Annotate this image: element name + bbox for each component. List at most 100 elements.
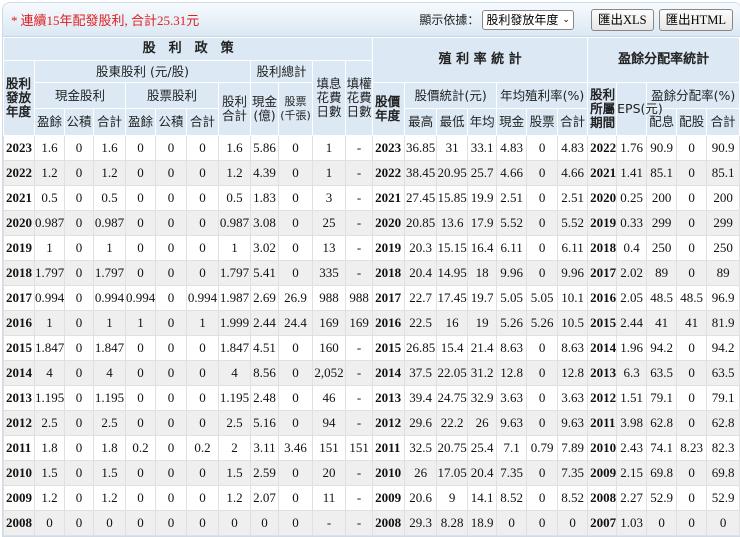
table-cell: 26 (467, 410, 498, 436)
table-cell: 3.11 (250, 435, 279, 461)
table-cell: 5.52 (496, 210, 528, 236)
table-cell: 0 (186, 210, 219, 236)
display-basis-select[interactable]: 股利發放年度 ⌄ (482, 9, 574, 30)
table-cell: 0 (64, 410, 94, 436)
table-cell: 0 (125, 185, 156, 211)
table-cell: 1.797 (93, 260, 126, 286)
table-cell: 8.52 (496, 485, 528, 511)
avg-yield-header: 年均殖利率(%) (496, 82, 589, 109)
table-cell: 3.63 (496, 385, 528, 411)
table-cell: 0 (34, 510, 65, 536)
table-cell: 0 (706, 510, 740, 536)
shareholder-dividend-header: 股東股利 (元/股) (34, 60, 251, 83)
table-cell: 17.05 (436, 460, 469, 486)
table-cell: 31.2 (467, 360, 498, 386)
table-cell: 32.9 (467, 385, 498, 411)
table-cell: 0 (186, 260, 219, 286)
dividend-policy-header: 股 利 政 策 (3, 37, 374, 61)
table-cell: 2016 (3, 310, 35, 336)
table-cell: 8.63 (496, 335, 528, 361)
table-cell: 988 (312, 285, 346, 311)
table-cell: 2015 (372, 335, 406, 361)
table-cell: 0 (676, 485, 708, 511)
table-cell: 2008 (372, 510, 406, 536)
price-avg-header: 年均 (467, 108, 498, 136)
table-cell: 2009 (3, 485, 35, 511)
dividend-total-group-header: 股利總計 (250, 60, 313, 83)
table-cell: - (344, 360, 374, 386)
toolbar: * 連續15年配發股利, 合計25.31元 顯示依據： 股利發放年度 ⌄ 匯出XLS… (3, 3, 740, 37)
table-cell: 20.95 (436, 160, 469, 186)
pay-year-header: 股利發放年度 (3, 60, 35, 136)
table-row: 2017 0.994 0 0.994 0.994 0 0.994 1.987 2.69 26.9 9… (3, 285, 740, 311)
table-cell: 1.8 (93, 435, 126, 461)
table-cell: 7.1 (496, 435, 528, 461)
table-cell: 2023 (3, 135, 35, 161)
table-cell: 4 (34, 360, 65, 386)
table-cell: 0 (155, 335, 187, 361)
fill-rights-days-header: 填權花費日數 (344, 60, 374, 136)
table-cell: - (312, 510, 346, 536)
table-cell: 22.2 (436, 410, 469, 436)
cash-earnings-header: 盈餘 (34, 108, 65, 136)
export-html-button[interactable]: 匯出HTML (658, 8, 733, 31)
table-cell: 2020 (3, 210, 35, 236)
table-cell: 2.5 (34, 410, 65, 436)
table-cell: 2017 (3, 285, 35, 311)
table-cell: 0 (155, 510, 187, 536)
table-cell: 4.66 (496, 160, 528, 186)
table-cell: 2010 (3, 460, 35, 486)
table-cell: 0 (278, 485, 313, 511)
export-xls-button[interactable]: 匯出XLS (590, 8, 654, 31)
table-cell: 5.05 (496, 285, 528, 311)
table-cell: 26.85 (404, 335, 438, 361)
table-cell: 1 (125, 310, 156, 336)
table-cell: 0 (64, 260, 94, 286)
table-cell: 0 (125, 510, 156, 536)
table-cell: 2.51 (557, 185, 589, 211)
table-cell: 0.33 (616, 210, 648, 236)
table-row: 2023 1.6 0 1.6 0 0 0 1.6 5.86 0 1-2023 36.85 31 33.1 4… (3, 135, 740, 161)
table-cell: 32.5 (404, 435, 438, 461)
table-row: 2021 0.5 0 0.5 0 0 0 0.5 1.83 0 3-2021 27.45 15.85 19… (3, 185, 740, 211)
table-cell: 0 (526, 335, 559, 361)
stock-total-header: 股票(千張) (278, 82, 313, 136)
table-cell: 0 (64, 285, 94, 311)
table-cell: 0 (64, 360, 94, 386)
table-cell: 4.83 (496, 135, 528, 161)
table-cell: 2015 (3, 335, 35, 361)
table-cell: 38.45 (404, 160, 438, 186)
table-cell: 46 (312, 385, 346, 411)
table-cell: 0 (125, 135, 156, 161)
table-cell: 0 (64, 310, 94, 336)
table-cell: 39.4 (404, 385, 438, 411)
cash-subtotal-header: 合計 (93, 108, 126, 136)
table-cell: 0 (155, 385, 187, 411)
table-cell: 0 (676, 510, 708, 536)
table-cell: 10.5 (557, 310, 589, 336)
table-cell: 2018 (372, 260, 406, 286)
table-cell: 1 (186, 310, 219, 336)
table-cell: 18.9 (467, 510, 498, 536)
table-cell: - (344, 185, 374, 211)
table-cell: 31 (436, 135, 469, 161)
table-cell: 2021 (3, 185, 35, 211)
table-cell: 19 (467, 310, 498, 336)
table-cell: 1.6 (218, 135, 251, 161)
table-cell: 20.3 (404, 235, 438, 261)
table-cell: 0 (278, 260, 313, 286)
table-cell: 63.5 (706, 360, 740, 386)
table-cell: 20 (312, 460, 346, 486)
table-cell: 1.2 (34, 160, 65, 186)
table-cell: 0 (278, 410, 313, 436)
table-cell: 3 (312, 185, 346, 211)
table-cell: 85.1 (646, 160, 678, 186)
table-cell: 4.51 (250, 335, 279, 361)
table-cell: 0 (646, 510, 678, 536)
table-cell: 0 (496, 510, 528, 536)
table-cell: 0 (186, 360, 219, 386)
dividend-sum-header: 股利合計 (218, 82, 251, 136)
table-cell: 299 (646, 210, 678, 236)
table-cell: 2010 (587, 435, 618, 461)
table-cell: 0 (526, 360, 559, 386)
